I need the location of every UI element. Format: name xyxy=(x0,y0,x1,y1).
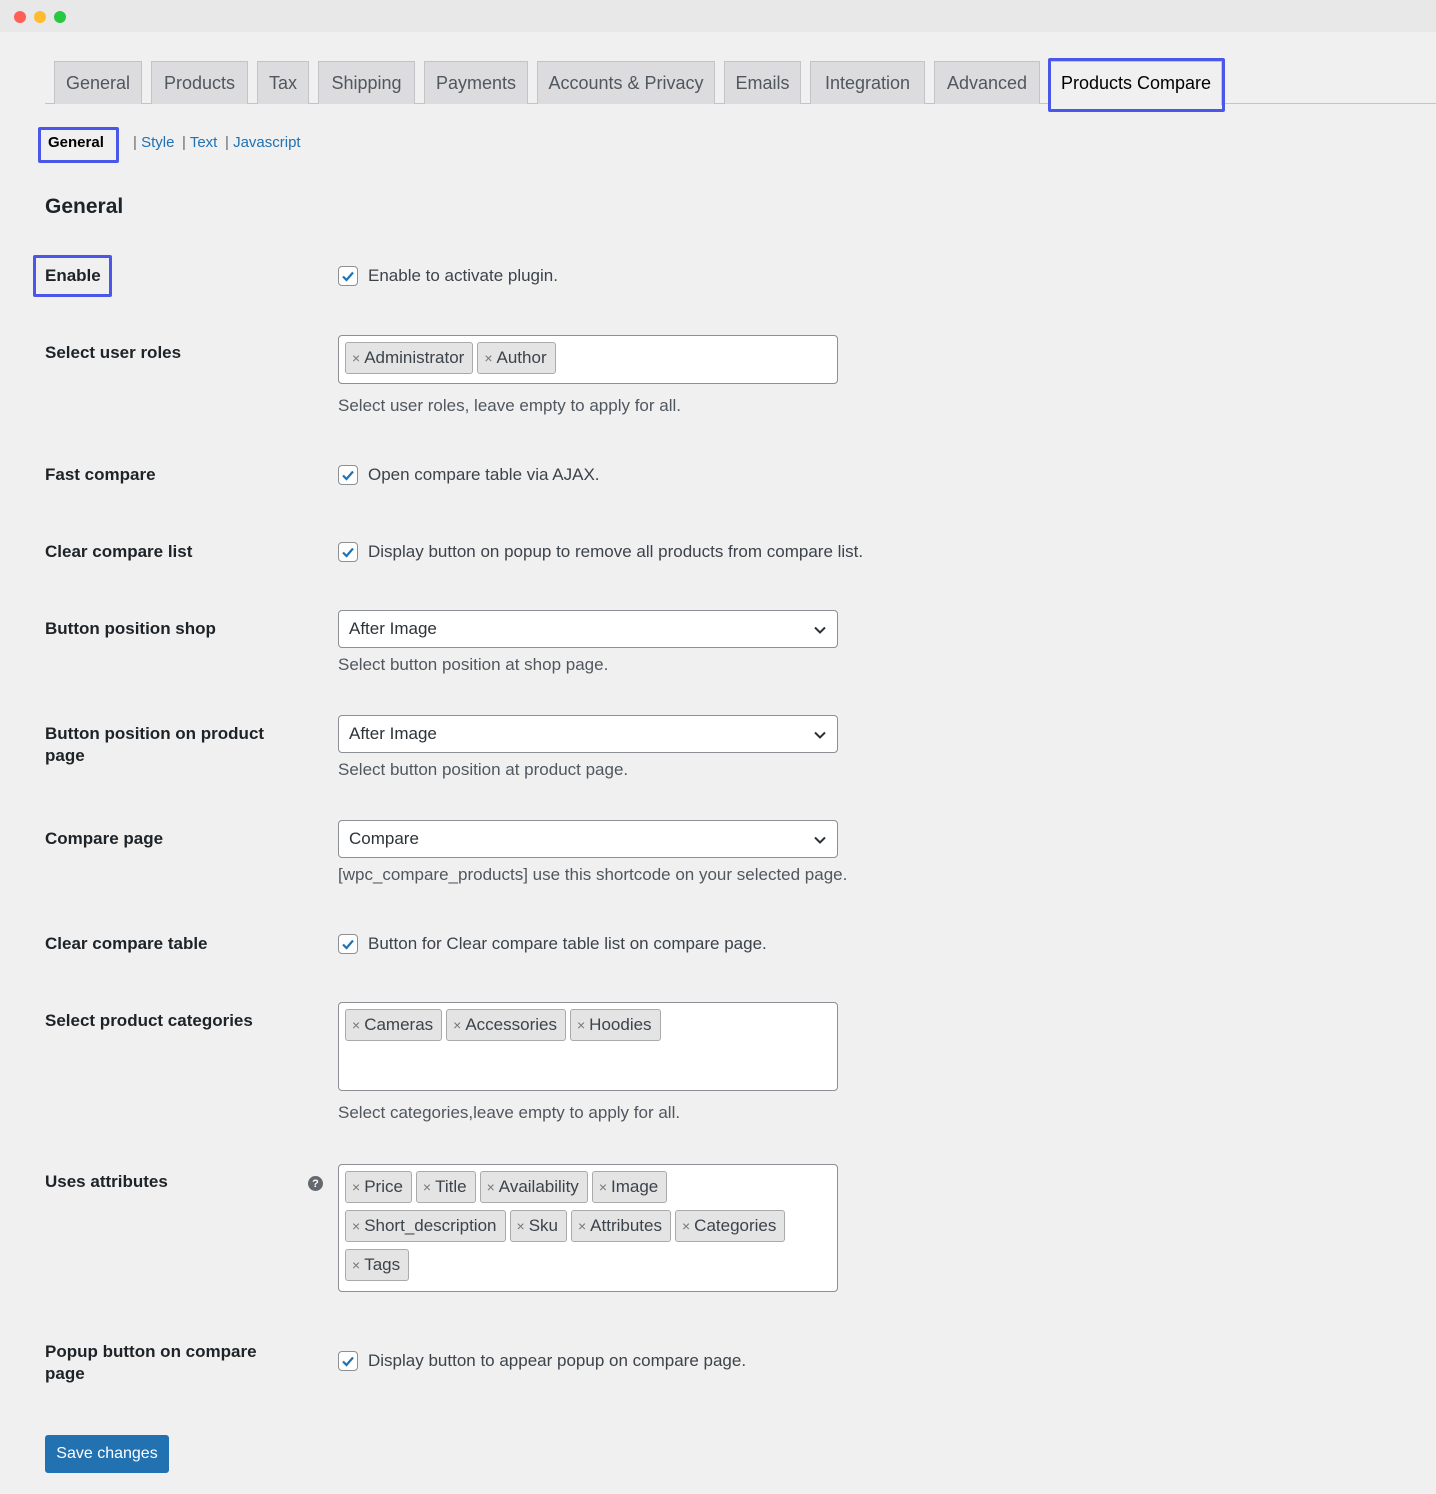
categories-select[interactable]: × Cameras × Accessories × Hoodies xyxy=(338,1002,838,1091)
remove-chip-icon[interactable]: × xyxy=(352,1257,360,1273)
check-icon xyxy=(342,939,354,950)
remove-chip-icon[interactable]: × xyxy=(352,1218,360,1234)
tab-emails[interactable]: Emails xyxy=(724,61,801,104)
role-chip: × Author xyxy=(477,342,556,374)
remove-chip-icon[interactable]: × xyxy=(517,1218,525,1234)
remove-chip-icon[interactable]: × xyxy=(487,1179,495,1195)
minimize-window-icon[interactable] xyxy=(34,11,46,23)
clear-table-label: Clear compare table xyxy=(45,934,208,953)
remove-chip-icon[interactable]: × xyxy=(578,1218,586,1234)
subnav-link-style-group: | Style xyxy=(133,134,175,151)
subnav-javascript[interactable]: Javascript xyxy=(233,134,301,151)
remove-chip-icon[interactable]: × xyxy=(423,1179,431,1195)
subnav-general[interactable]: General xyxy=(48,134,104,151)
compare-page-select[interactable]: Compare xyxy=(338,820,838,858)
tab-accounts-privacy[interactable]: Accounts & Privacy xyxy=(537,61,715,104)
attribute-chip: × Tags xyxy=(345,1249,410,1281)
enable-text: Enable to activate plugin. xyxy=(368,266,558,285)
btn-pos-product-label: Button position on product page xyxy=(45,724,265,765)
close-window-icon[interactable] xyxy=(14,11,26,23)
attribute-chip: × Availability xyxy=(479,1171,588,1203)
popup-button-checkbox[interactable] xyxy=(338,1351,358,1371)
subnav-link-javascript-group: | Javascript xyxy=(225,134,301,151)
user-roles-desc: Select user roles, leave empty to apply … xyxy=(338,396,681,415)
tab-products[interactable]: Products xyxy=(151,61,248,104)
maximize-window-icon[interactable] xyxy=(54,11,66,23)
tab-shipping[interactable]: Shipping xyxy=(318,61,415,104)
attribute-chip: × Title xyxy=(415,1171,476,1203)
attribute-chip: × Attributes xyxy=(570,1210,671,1242)
window-titlebar xyxy=(0,0,1436,32)
attribute-chip: × Sku xyxy=(509,1210,567,1242)
fast-compare-label: Fast compare xyxy=(45,465,156,484)
section-title: General xyxy=(45,195,124,218)
clear-list-label: Clear compare list xyxy=(45,542,193,561)
fast-compare-option: Open compare table via AJAX. xyxy=(338,465,600,485)
enable-label: Enable xyxy=(45,266,101,285)
btn-pos-product-desc: Select button position at product page. xyxy=(338,760,629,779)
clear-table-text: Button for Clear compare table list on c… xyxy=(368,934,767,953)
remove-chip-icon[interactable]: × xyxy=(453,1017,461,1033)
clear-list-option: Display button on popup to remove all pr… xyxy=(338,542,863,562)
btn-pos-shop-select[interactable]: After Image xyxy=(338,610,838,648)
fast-compare-checkbox[interactable] xyxy=(338,465,358,485)
remove-chip-icon[interactable]: × xyxy=(352,1179,360,1195)
clear-table-option: Button for Clear compare table list on c… xyxy=(338,934,767,954)
popup-button-text: Display button to appear popup on compar… xyxy=(368,1351,747,1370)
attribute-chip: × Image xyxy=(591,1171,668,1203)
tab-tax[interactable]: Tax xyxy=(257,61,309,104)
attribute-chip: × Categories xyxy=(674,1210,786,1242)
remove-chip-icon[interactable]: × xyxy=(352,1017,360,1033)
tab-general[interactable]: General xyxy=(54,61,142,104)
categories-desc: Select categories,leave empty to apply f… xyxy=(338,1103,681,1122)
popup-button-option: Display button to appear popup on compar… xyxy=(338,1351,746,1371)
compare-page-desc: [wpc_compare_products] use this shortcod… xyxy=(338,865,848,884)
attributes-select[interactable]: × Price × Title × Availability × Image × Short_de… xyxy=(338,1164,838,1292)
btn-pos-shop-label: Button position shop xyxy=(45,619,216,638)
remove-chip-icon[interactable]: × xyxy=(682,1218,690,1234)
category-chip: × Accessories xyxy=(446,1009,566,1041)
remove-chip-icon[interactable]: × xyxy=(599,1179,607,1195)
category-chip: × Hoodies xyxy=(569,1009,661,1041)
clear-list-text: Display button on popup to remove all pr… xyxy=(368,542,864,561)
category-chip: × Cameras xyxy=(345,1009,443,1041)
enable-option: Enable to activate plugin. xyxy=(338,266,558,286)
check-icon xyxy=(342,1356,354,1367)
remove-chip-icon[interactable]: × xyxy=(484,350,492,366)
tab-payments[interactable]: Payments xyxy=(424,61,528,104)
check-icon xyxy=(342,271,354,282)
enable-checkbox[interactable] xyxy=(338,266,358,286)
tab-advanced[interactable]: Advanced xyxy=(934,61,1040,104)
chevron-down-icon xyxy=(814,836,826,844)
tab-integration[interactable]: Integration xyxy=(810,61,925,104)
check-icon xyxy=(342,470,354,481)
remove-chip-icon[interactable]: × xyxy=(352,350,360,366)
popup-button-label: Popup button on compare page xyxy=(45,1342,257,1383)
fast-compare-text: Open compare table via AJAX. xyxy=(368,465,600,484)
subnav-style[interactable]: Style xyxy=(141,134,174,151)
attribute-chip: × Price xyxy=(345,1171,412,1203)
categories-label: Select product categories xyxy=(45,1011,253,1030)
role-chip: × Administrator xyxy=(345,342,474,374)
save-changes-button[interactable]: Save changes xyxy=(45,1435,169,1473)
compare-page-label: Compare page xyxy=(45,829,164,848)
chevron-down-icon xyxy=(814,626,826,634)
question-circle-icon[interactable]: ? xyxy=(308,1176,323,1191)
user-roles-label: Select user roles xyxy=(45,343,182,362)
clear-list-checkbox[interactable] xyxy=(338,542,358,562)
check-icon xyxy=(342,547,354,558)
chevron-down-icon xyxy=(814,731,826,739)
subnav-text[interactable]: Text xyxy=(190,134,218,151)
clear-table-checkbox[interactable] xyxy=(338,934,358,954)
remove-chip-icon[interactable]: × xyxy=(577,1017,585,1033)
tab-products-compare[interactable]: Products Compare xyxy=(1050,61,1222,105)
btn-pos-product-select[interactable]: After Image xyxy=(338,715,838,753)
attribute-chip: × Short_description xyxy=(345,1210,506,1242)
subnav-link-text-group: | Text xyxy=(182,134,218,151)
attributes-label: Uses attributes xyxy=(45,1172,168,1191)
user-roles-select[interactable]: × Administrator × Author xyxy=(338,335,838,384)
btn-pos-shop-desc: Select button position at shop page. xyxy=(338,655,609,674)
